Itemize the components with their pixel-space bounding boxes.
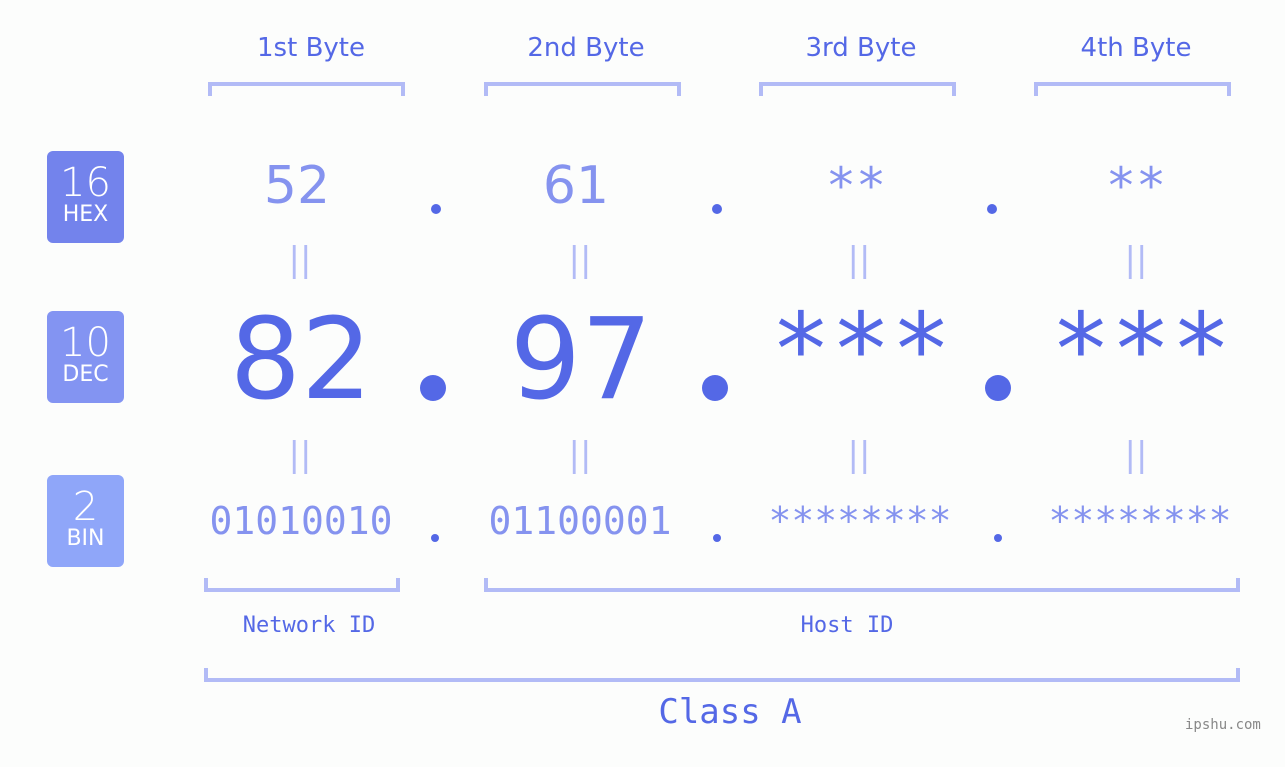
dec-dot-1 [420, 375, 446, 401]
hex-value-2: 61 [542, 156, 610, 216]
dec-value-3: *** [770, 291, 952, 408]
equals-symbol: || [288, 435, 312, 475]
hex-value-4: ** [1105, 157, 1167, 215]
hex-value-3: ** [825, 157, 887, 215]
bin-value-2: 01100001 [488, 499, 672, 543]
dec-dot-2 [702, 375, 728, 401]
dec-dot-3 [985, 375, 1011, 401]
byte-bracket-4 [1034, 82, 1231, 96]
dec-value-1: 82 [229, 295, 373, 425]
bin-value-1: 01010010 [209, 499, 393, 543]
dec-value-4: *** [1050, 291, 1232, 408]
byte-label-4: 4th Byte [1080, 33, 1192, 63]
equals-symbol: || [568, 240, 592, 280]
equals-symbol: || [288, 240, 312, 280]
bin-base-number: 2 [72, 484, 99, 530]
host-id-label: Host ID [800, 613, 894, 638]
dec-badge: 10 DEC [47, 311, 124, 403]
bin-badge: 2 BIN [47, 475, 124, 567]
class-bracket [204, 668, 1240, 682]
byte-label-3: 3rd Byte [805, 33, 917, 63]
network-id-bracket [204, 578, 400, 592]
hex-dot-2 [712, 204, 722, 214]
byte-bracket-1 [208, 82, 405, 96]
equals-symbol: || [1124, 435, 1148, 475]
class-label: Class A [658, 692, 802, 732]
watermark: ipshu.com [1185, 717, 1261, 733]
bin-value-3: ******** [768, 499, 952, 543]
host-id-bracket [484, 578, 1240, 592]
equals-symbol: || [847, 240, 871, 280]
byte-label-1: 1st Byte [257, 33, 365, 63]
network-id-label: Network ID [242, 613, 376, 638]
hex-badge: 16 HEX [47, 151, 124, 243]
dec-value-2: 97 [509, 295, 653, 425]
bin-base-label: BIN [66, 526, 105, 551]
dec-base-label: DEC [62, 362, 109, 387]
hex-dot-1 [431, 204, 441, 214]
hex-dot-3 [987, 204, 997, 214]
hex-base-number: 16 [60, 160, 111, 206]
hex-base-label: HEX [62, 202, 109, 227]
bin-dot-1 [431, 534, 439, 542]
dec-base-number: 10 [60, 320, 111, 366]
byte-label-2: 2nd Byte [527, 33, 645, 63]
equals-symbol: || [1124, 240, 1148, 280]
equals-symbol: || [568, 435, 592, 475]
hex-value-1: 52 [263, 156, 331, 216]
bin-value-4: ******** [1048, 499, 1232, 543]
byte-bracket-2 [484, 82, 681, 96]
byte-bracket-3 [759, 82, 956, 96]
equals-symbol: || [847, 435, 871, 475]
